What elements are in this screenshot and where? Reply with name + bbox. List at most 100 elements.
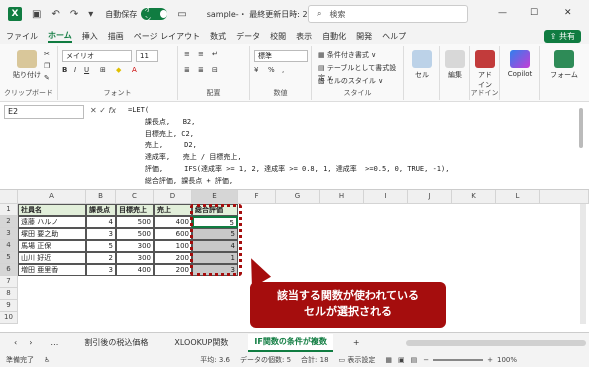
cells-button[interactable]: セル bbox=[408, 50, 436, 80]
sheet-tab-active[interactable]: IF関数の条件が複数 bbox=[248, 333, 333, 352]
table-cell[interactable]: 2 bbox=[86, 252, 116, 264]
table-cell[interactable]: 3 bbox=[86, 264, 116, 276]
row-header[interactable]: 1 bbox=[0, 204, 18, 216]
column-header[interactable]: F bbox=[238, 190, 276, 204]
align-left-icon[interactable]: ≣ bbox=[184, 66, 190, 74]
display-settings-button[interactable]: ▭ 表示設定 bbox=[339, 355, 376, 365]
share-button[interactable]: ⇪ 共有 bbox=[543, 30, 581, 43]
tab-data[interactable]: データ bbox=[236, 31, 260, 42]
name-box[interactable]: E2 bbox=[4, 105, 84, 119]
font-color-icon[interactable]: A bbox=[132, 66, 137, 74]
table-cell[interactable]: 塚田 要之助 bbox=[18, 228, 86, 240]
bold-icon[interactable]: B bbox=[62, 66, 67, 74]
tab-file[interactable]: ファイル bbox=[6, 31, 38, 42]
wrap-text-icon[interactable]: ↵ bbox=[212, 50, 218, 58]
italic-icon[interactable]: I bbox=[74, 66, 76, 74]
paste-button[interactable]: 貼り付け bbox=[10, 50, 44, 80]
row-header[interactable]: 5 bbox=[0, 252, 18, 264]
cancel-icon[interactable]: ✕ bbox=[90, 106, 99, 115]
row-header[interactable]: 8 bbox=[0, 288, 18, 300]
maximize-icon[interactable]: ☐ bbox=[530, 8, 538, 18]
column-header[interactable]: A bbox=[18, 190, 86, 204]
merge-icon[interactable]: ⊟ bbox=[212, 66, 218, 74]
redo-icon[interactable]: ↷ bbox=[70, 9, 78, 20]
table-cell[interactable]: 600 bbox=[154, 228, 192, 240]
close-icon[interactable]: ✕ bbox=[564, 8, 572, 18]
table-header-cell[interactable]: 課長点 bbox=[86, 204, 116, 216]
row-header[interactable]: 4 bbox=[0, 240, 18, 252]
percent-icon[interactable]: % bbox=[268, 66, 275, 74]
tab-help[interactable]: ヘルプ bbox=[382, 31, 406, 42]
column-header[interactable]: D bbox=[154, 190, 192, 204]
font-name-select[interactable]: メイリオ bbox=[62, 50, 132, 62]
autosave-toggle[interactable]: オン bbox=[141, 5, 168, 23]
copy-icon[interactable]: ❐ bbox=[44, 62, 50, 70]
table-cell[interactable]: 300 bbox=[116, 240, 154, 252]
table-cell[interactable]: 5 bbox=[86, 240, 116, 252]
table-header-cell[interactable]: 売上 bbox=[154, 204, 192, 216]
column-header[interactable]: G bbox=[276, 190, 320, 204]
normal-view-icon[interactable]: ▦ bbox=[385, 356, 392, 364]
row-header[interactable]: 3 bbox=[0, 228, 18, 240]
row-header[interactable]: 7 bbox=[0, 276, 18, 288]
sheet-tab[interactable]: XLOOKUP関数 bbox=[168, 337, 234, 348]
tab-developer[interactable]: 開発 bbox=[356, 31, 372, 42]
comma-icon[interactable]: , bbox=[282, 66, 284, 74]
table-cell[interactable]: 400 bbox=[154, 216, 192, 228]
more-sheets-icon[interactable]: … bbox=[44, 338, 64, 347]
table-cell[interactable]: 200 bbox=[154, 264, 192, 276]
table-cell[interactable]: 遠藤 ハルノ bbox=[18, 216, 86, 228]
tab-formulas[interactable]: 数式 bbox=[210, 31, 226, 42]
font-size-select[interactable]: 11 bbox=[136, 50, 158, 62]
table-header-cell[interactable]: 目標売上 bbox=[116, 204, 154, 216]
column-header[interactable]: E bbox=[192, 190, 238, 204]
table-cell[interactable]: 100 bbox=[154, 240, 192, 252]
align-middle-icon[interactable]: ≡ bbox=[198, 50, 204, 58]
editing-button[interactable]: 編集 bbox=[442, 50, 468, 80]
column-header[interactable]: B bbox=[86, 190, 116, 204]
accessibility-icon[interactable]: ♿ bbox=[44, 356, 50, 364]
column-header[interactable]: J bbox=[408, 190, 452, 204]
tab-view[interactable]: 表示 bbox=[296, 31, 312, 42]
table-cell[interactable]: 山川 好近 bbox=[18, 252, 86, 264]
table-cell[interactable]: 3 bbox=[86, 228, 116, 240]
fx-icon[interactable]: ✕ ✓ fx bbox=[90, 106, 116, 115]
formula-text[interactable]: =LET( 課長点, B2, 目標売上, C2, 売上, D2, 達成率, 売上… bbox=[128, 105, 449, 188]
forms-button[interactable]: フォーム bbox=[546, 50, 582, 80]
row-header[interactable]: 6 bbox=[0, 264, 18, 276]
table-cell[interactable]: 4 bbox=[86, 216, 116, 228]
page-layout-view-icon[interactable]: ▣ bbox=[398, 356, 405, 364]
formula-scrollbar[interactable] bbox=[579, 108, 583, 148]
border-icon[interactable]: ⊞ bbox=[100, 66, 106, 74]
table-cell[interactable]: 増田 亜里香 bbox=[18, 264, 86, 276]
search-box[interactable]: ⌕ 検索 bbox=[308, 5, 468, 23]
minimize-icon[interactable]: — bbox=[498, 8, 507, 18]
format-painter-icon[interactable]: ✎ bbox=[44, 74, 50, 82]
row-header[interactable]: 2 bbox=[0, 216, 18, 228]
align-top-icon[interactable]: ≡ bbox=[184, 50, 190, 58]
tab-home[interactable]: ホーム bbox=[48, 30, 72, 43]
tab-review[interactable]: 校閲 bbox=[270, 31, 286, 42]
zoom-slider[interactable] bbox=[433, 358, 484, 361]
horizontal-scrollbar[interactable] bbox=[405, 339, 586, 346]
number-format-select[interactable]: 標準 bbox=[254, 50, 308, 62]
row-header[interactable]: 9 bbox=[0, 300, 18, 312]
table-cell[interactable]: 400 bbox=[116, 264, 154, 276]
align-center-icon[interactable]: ≣ bbox=[198, 66, 204, 74]
tab-automate[interactable]: 自動化 bbox=[322, 31, 346, 42]
table-cell[interactable]: 500 bbox=[116, 228, 154, 240]
conditional-format-button[interactable]: ▦ 条件付き書式 ∨ bbox=[318, 50, 376, 60]
tab-draw[interactable]: 描画 bbox=[108, 31, 124, 42]
enter-icon[interactable]: ✓ bbox=[99, 106, 108, 115]
dropdown-icon[interactable]: ▾ bbox=[88, 9, 93, 20]
zoom-level[interactable]: 100% bbox=[497, 356, 517, 364]
add-sheet-icon[interactable]: + bbox=[347, 338, 366, 347]
table-cell[interactable]: 300 bbox=[116, 252, 154, 264]
fill-color-icon[interactable]: ◆ bbox=[116, 66, 121, 74]
tab-insert[interactable]: 挿入 bbox=[82, 31, 98, 42]
tab-page-layout[interactable]: ページ レイアウト bbox=[134, 31, 200, 42]
undo-icon[interactable]: ↶ bbox=[51, 9, 59, 20]
addin-button[interactable]: アド イン bbox=[472, 50, 498, 90]
table-cell[interactable]: 500 bbox=[116, 216, 154, 228]
column-header[interactable]: L bbox=[496, 190, 540, 204]
